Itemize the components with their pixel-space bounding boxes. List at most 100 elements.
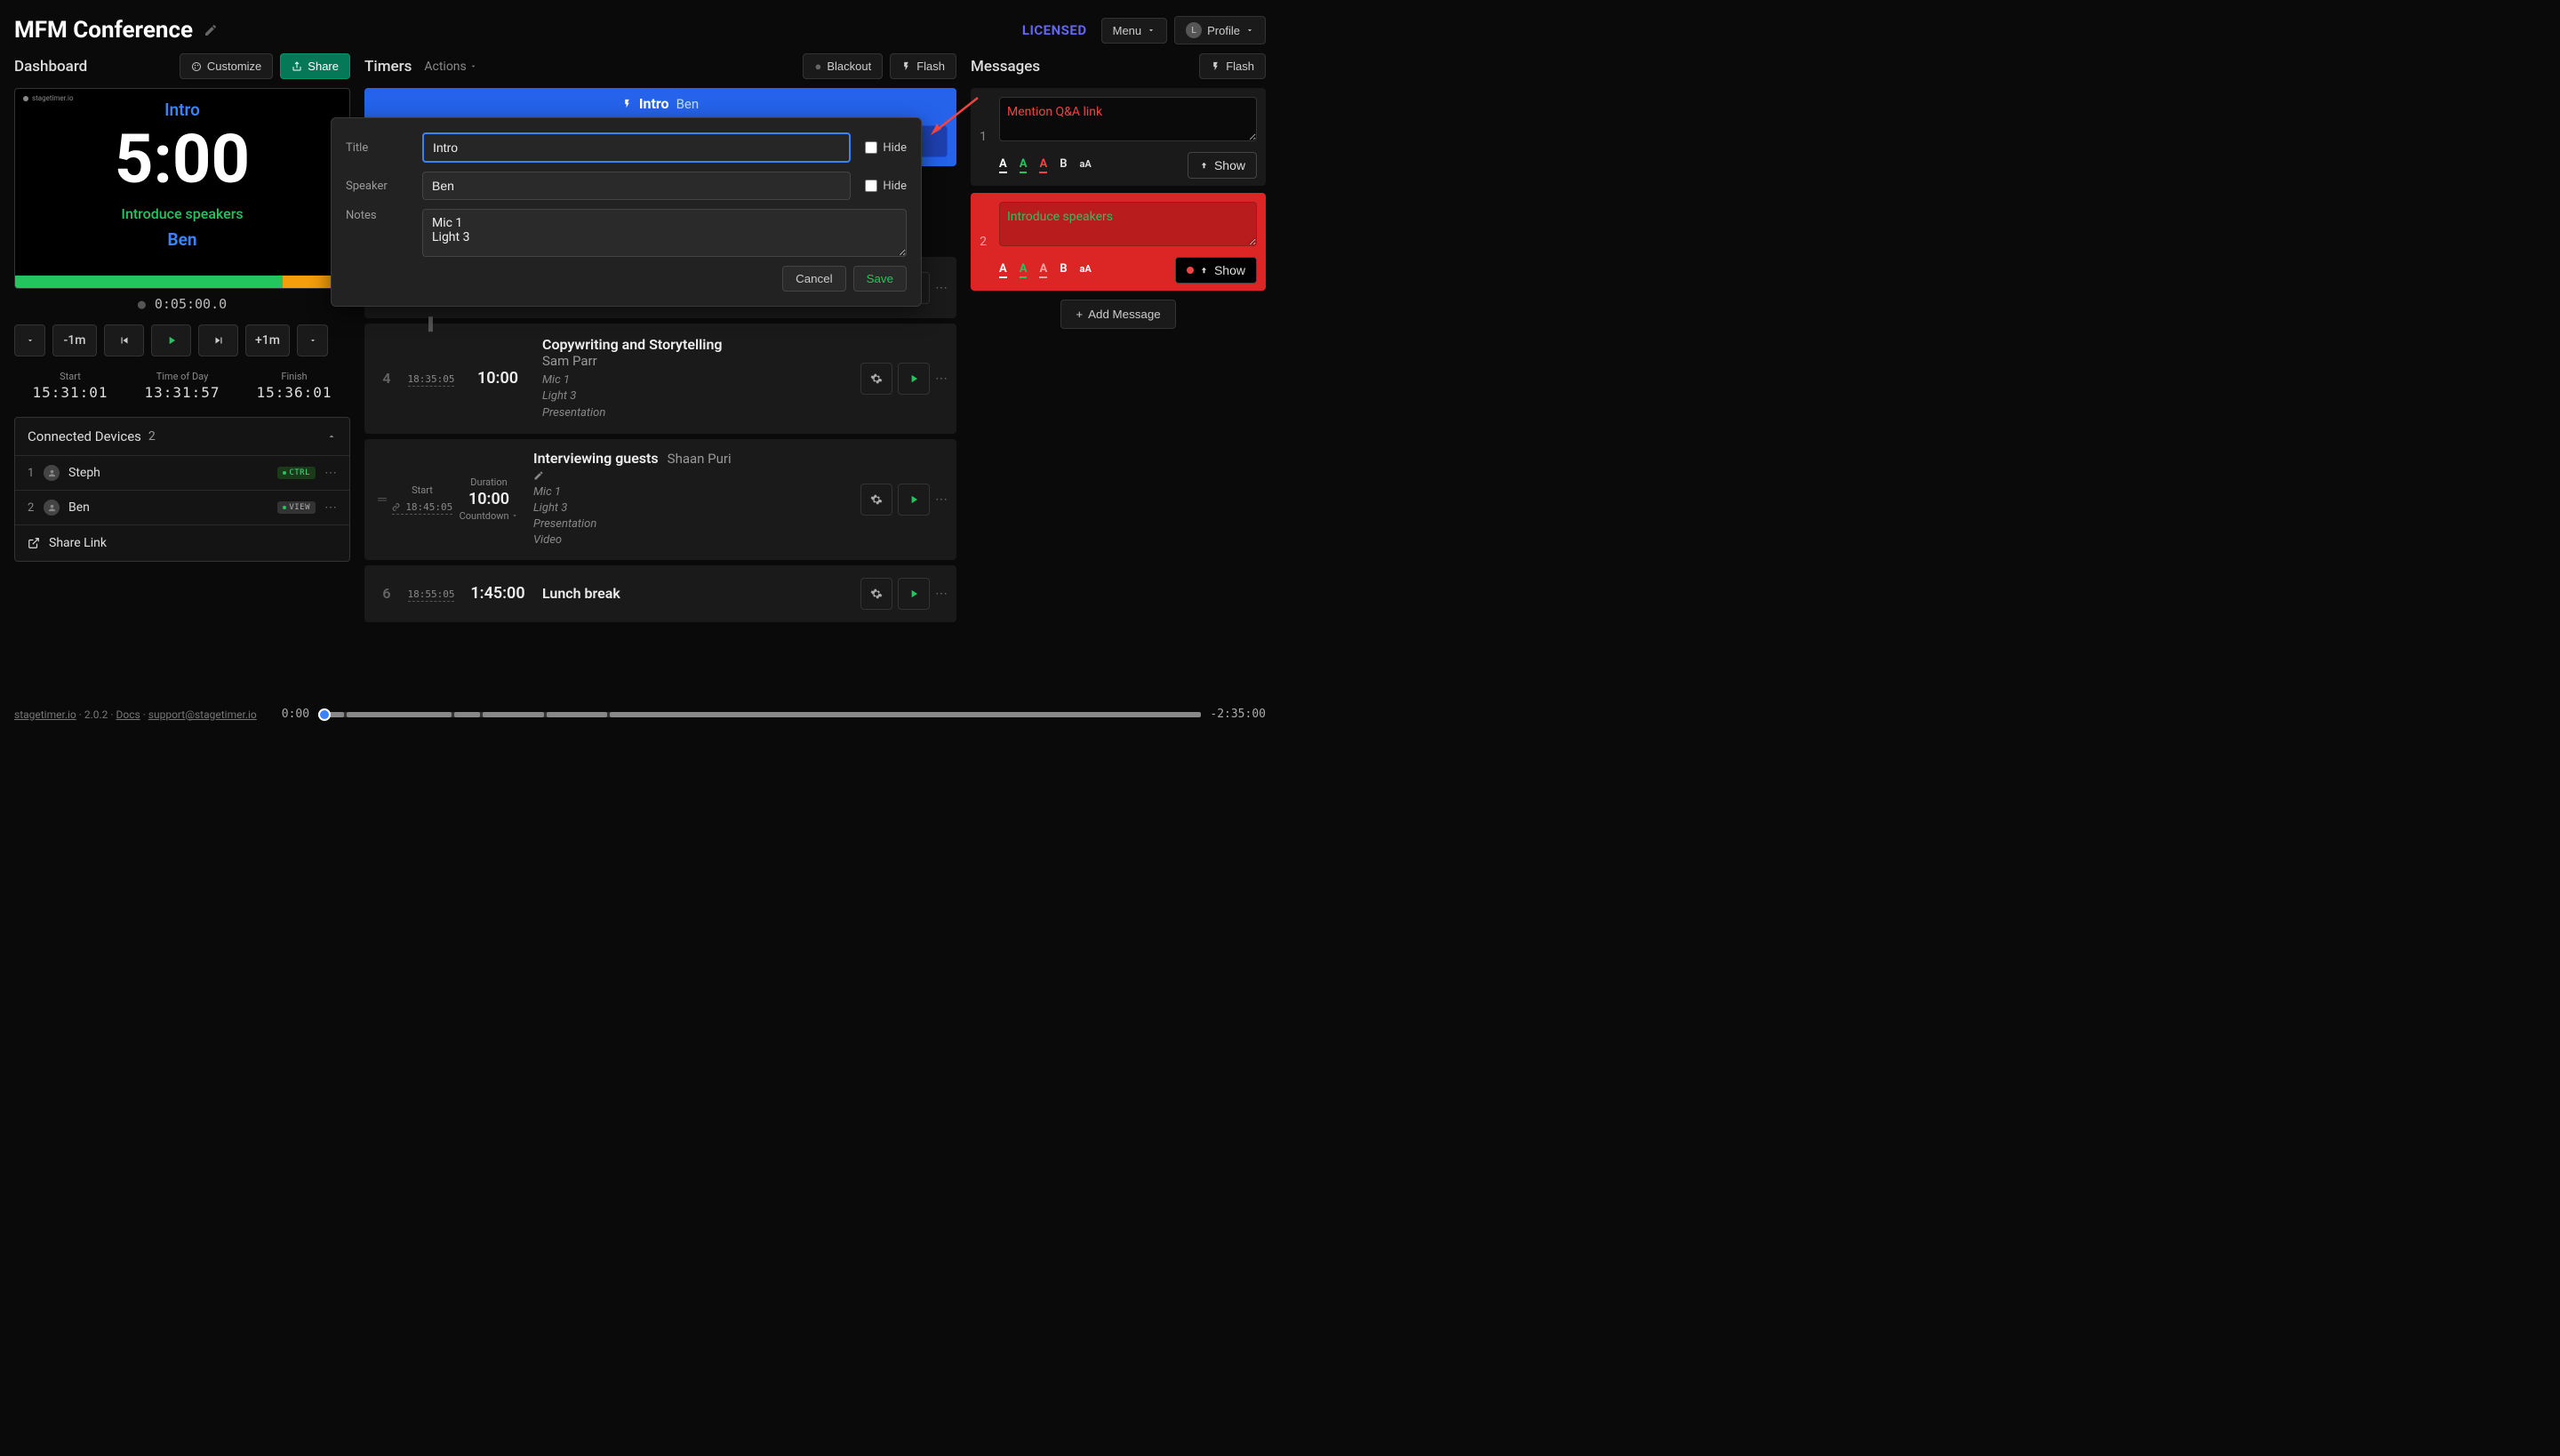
- recording-dot-icon: [1187, 267, 1194, 274]
- title-input[interactable]: [422, 132, 851, 163]
- user-icon: [44, 465, 60, 481]
- version-text: 2.0.2: [84, 708, 108, 721]
- device-row: 1 Steph CTRL ⋯: [15, 455, 349, 490]
- timer-row[interactable]: ═ Start 18:45:05 Duration 10:00 Countdow…: [364, 439, 956, 560]
- play-icon: [165, 334, 178, 347]
- play-button[interactable]: [151, 324, 191, 356]
- color-green-button[interactable]: A: [1020, 157, 1028, 173]
- link-time[interactable]: 18:35:05: [408, 373, 455, 387]
- chevron-up-icon: [326, 431, 337, 442]
- hide-title-checkbox[interactable]: Hide: [865, 141, 907, 155]
- customize-button[interactable]: Customize: [180, 53, 273, 79]
- docs-link[interactable]: Docs: [116, 708, 140, 721]
- hide-speaker-checkbox[interactable]: Hide: [865, 180, 907, 193]
- edit-title-icon[interactable]: [204, 23, 218, 37]
- messages-title: Messages: [971, 58, 1040, 76]
- minus-1m-button[interactable]: -1m: [52, 324, 97, 356]
- cancel-button[interactable]: Cancel: [782, 266, 846, 292]
- progress-bar: [15, 276, 349, 288]
- devices-toggle[interactable]: Connected Devices 2: [15, 418, 349, 455]
- timer-settings-button[interactable]: [860, 363, 892, 395]
- menu-button[interactable]: Menu: [1101, 18, 1168, 44]
- user-icon: [44, 500, 60, 516]
- flash-button[interactable]: Flash: [890, 53, 956, 79]
- next-button[interactable]: [198, 324, 238, 356]
- prev-button[interactable]: [104, 324, 144, 356]
- timer-play-button[interactable]: [898, 363, 930, 395]
- timer-menu-icon[interactable]: ⋯: [935, 492, 948, 507]
- timer-menu-icon[interactable]: ⋯: [935, 372, 948, 386]
- timer-play-button[interactable]: [898, 578, 930, 610]
- color-red-button[interactable]: A: [1039, 262, 1047, 278]
- bold-button[interactable]: B: [1060, 262, 1067, 278]
- room-title: MFM Conference: [14, 17, 193, 44]
- timeline-track[interactable]: [318, 712, 1201, 717]
- timer-menu-icon[interactable]: ⋯: [935, 587, 948, 601]
- blackout-button[interactable]: ● Blackout: [803, 53, 883, 79]
- profile-button[interactable]: L Profile: [1174, 16, 1266, 44]
- plus-1m-button[interactable]: +1m: [245, 324, 290, 356]
- countdown-dropdown[interactable]: Countdown: [453, 510, 524, 522]
- timer-menu-icon[interactable]: ⋯: [935, 281, 948, 295]
- preview-time: 5:00: [15, 125, 349, 193]
- chevron-down-icon: [1147, 26, 1156, 35]
- color-green-button[interactable]: A: [1020, 262, 1028, 278]
- actions-dropdown[interactable]: Actions: [424, 60, 477, 74]
- minus-caret-button[interactable]: [14, 324, 45, 356]
- message-textarea[interactable]: [999, 97, 1257, 141]
- start-label: Start: [14, 371, 126, 382]
- preview-speaker: Ben: [15, 229, 349, 250]
- footer: stagetimer.io · 2.0.2 · Docs · support@s…: [14, 708, 1266, 721]
- add-message-button[interactable]: + Add Message: [1060, 300, 1175, 329]
- app-header: MFM Conference LICENSED Menu L Profile: [0, 0, 1280, 53]
- link-time[interactable]: 18:45:05: [392, 501, 453, 515]
- timeline-thumb[interactable]: [318, 708, 331, 721]
- play-icon: [908, 493, 920, 506]
- bold-button[interactable]: B: [1060, 157, 1067, 173]
- link-time[interactable]: 18:55:05: [408, 588, 455, 602]
- timer-settings-button[interactable]: [860, 578, 892, 610]
- chevron-down-icon: [1245, 26, 1254, 35]
- view-badge: VIEW: [277, 501, 316, 514]
- external-link-icon: [28, 537, 40, 549]
- arrow-up-icon: [1199, 161, 1209, 171]
- size-button[interactable]: aA: [1080, 158, 1092, 172]
- finish-time: 15:36:01: [238, 384, 350, 401]
- timer-play-button[interactable]: [898, 484, 930, 516]
- color-red-button[interactable]: A: [1039, 157, 1047, 173]
- color-white-button[interactable]: A: [999, 157, 1007, 173]
- license-badge: LICENSED: [1022, 22, 1087, 38]
- messages-flash-button[interactable]: Flash: [1199, 53, 1266, 79]
- finish-label: Finish: [238, 371, 350, 382]
- show-message-button[interactable]: Show: [1188, 152, 1257, 179]
- tod-time: 13:31:57: [126, 384, 238, 401]
- brand-link[interactable]: stagetimer.io: [14, 708, 76, 721]
- speaker-input[interactable]: [422, 172, 851, 200]
- share-link-button[interactable]: Share Link: [15, 524, 349, 561]
- gear-icon: [870, 493, 883, 506]
- size-button[interactable]: aA: [1080, 263, 1092, 277]
- timer-row[interactable]: 6 18:55:05 1:45:00 Lunch break ⋯: [364, 565, 956, 622]
- ctrl-badge: CTRL: [277, 467, 316, 479]
- flash-icon: [901, 61, 911, 71]
- timers-title: Timers: [364, 58, 412, 76]
- save-button[interactable]: Save: [853, 266, 907, 292]
- palette-icon: [191, 61, 202, 72]
- timer-settings-button[interactable]: [860, 484, 892, 516]
- color-white-button[interactable]: A: [999, 262, 1007, 278]
- plus-caret-button[interactable]: [297, 324, 328, 356]
- pencil-icon[interactable]: [533, 470, 544, 481]
- device-menu-icon[interactable]: ⋯: [324, 466, 337, 480]
- timer-row[interactable]: ▌ 4 18:35:05 10:00 Copywriting and Story…: [364, 324, 956, 434]
- subtime-display: ● 0:05:00.0: [14, 296, 350, 312]
- share-button[interactable]: Share: [280, 53, 350, 79]
- device-menu-icon[interactable]: ⋯: [324, 500, 337, 515]
- message-textarea[interactable]: [999, 202, 1257, 246]
- support-link[interactable]: support@stagetimer.io: [148, 708, 257, 721]
- play-icon: [908, 588, 920, 600]
- drag-handle-icon[interactable]: ═: [373, 492, 391, 507]
- notes-textarea[interactable]: [422, 209, 907, 257]
- show-message-button[interactable]: Show: [1175, 257, 1257, 284]
- message-card: 1 A A A B aA Show: [971, 88, 1266, 186]
- grip-icon[interactable]: ▌: [428, 316, 437, 332]
